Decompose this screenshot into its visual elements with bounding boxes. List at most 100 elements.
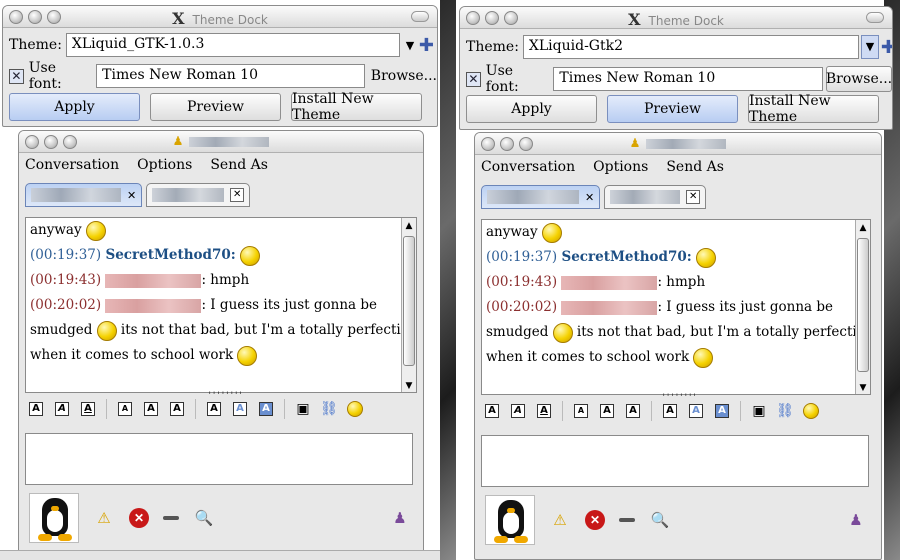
insert-link-icon[interactable]: ⛓ [318,399,340,419]
smiley-icon [96,320,117,341]
menu-options[interactable]: Options [593,159,648,175]
conversation-history[interactable]: anyway (00:19:37) SecretMethod70: (00:19… [481,219,871,395]
collapse-window-button[interactable] [411,11,429,22]
toolbar-separator [740,401,741,421]
decrease-font-button[interactable]: A [570,401,592,421]
conversation-tabs: ✕ ✕ [25,183,251,207]
block-icon[interactable]: ✕ [129,508,149,528]
minimize-icon[interactable] [163,516,179,520]
dropdown-arrow-icon[interactable]: ▼ [403,39,417,52]
underline-button[interactable]: A [533,401,555,421]
bold-button[interactable]: A [481,401,503,421]
italic-button[interactable]: A [507,401,529,421]
italic-button[interactable]: A [51,399,73,419]
normal-font-button[interactable]: A [140,399,162,419]
menu-conversation[interactable]: Conversation [25,157,119,173]
title-bar[interactable]: X Theme Dock [460,7,892,29]
insert-smiley-icon[interactable] [344,399,366,419]
tux-icon [29,493,79,543]
font-input[interactable]: Times New Roman 10 [553,67,823,91]
insert-image-icon[interactable]: ▣ [292,399,314,419]
warn-icon[interactable]: ⚠ [549,509,571,531]
theme-combo-input[interactable]: XLiquid-Gtk2 [522,35,859,59]
info-icon[interactable]: 🔍 [649,509,671,531]
browse-button[interactable]: Browse... [826,66,892,92]
message-line: smudged its not that bad, but I'm a tota… [482,320,870,345]
scroll-down-icon[interactable]: ▼ [403,380,415,392]
insert-image-icon[interactable]: ▣ [748,401,770,421]
conversation-history[interactable]: anyway (00:19:37) SecretMethod70: (00:19… [25,217,417,393]
tab-conversation-2[interactable]: ✕ [604,185,707,209]
scroll-thumb[interactable] [403,236,415,366]
menu-send-as[interactable]: Send As [666,159,724,175]
close-tab-icon[interactable]: ✕ [686,190,701,204]
background-color-button[interactable]: A [255,399,277,419]
scroll-down-icon[interactable]: ▼ [857,382,869,394]
use-font-checkbox[interactable]: ✕ [466,71,481,87]
smiley-icon [85,220,106,241]
use-font-checkbox[interactable]: ✕ [9,68,24,84]
title-bar[interactable]: ♟ [19,131,423,153]
increase-font-button[interactable]: A [166,399,188,419]
insert-smiley-icon[interactable] [800,401,822,421]
tux-icon [485,495,535,545]
normal-font-button[interactable]: A [596,401,618,421]
add-theme-icon[interactable]: ✚ [419,35,434,56]
foreground-color-button[interactable]: A [685,401,707,421]
scroll-thumb[interactable] [857,238,869,372]
tab-conversation-1[interactable]: ✕ [481,185,601,209]
apply-button[interactable]: Apply [466,95,597,123]
scroll-up-icon[interactable]: ▲ [857,222,869,234]
close-tab-icon[interactable]: ✕ [127,189,136,202]
message-input[interactable] [25,433,413,485]
background-color-button[interactable]: A [711,401,733,421]
block-icon[interactable]: ✕ [585,510,605,530]
message-line: anyway [26,218,416,243]
font-face-button[interactable]: A [203,399,225,419]
apply-button[interactable]: Apply [9,93,140,121]
tab-conversation-2[interactable]: ✕ [146,183,251,207]
menu-send-as[interactable]: Send As [210,157,268,173]
theme-combo-input[interactable]: XLiquid_GTK-1.0.3 [65,33,400,57]
add-buddy-icon[interactable]: ♟ [845,509,867,531]
menu-options[interactable]: Options [137,157,192,173]
message-line: when it comes to school work [26,343,416,368]
close-tab-icon[interactable]: ✕ [230,188,245,202]
bold-button[interactable]: A [25,399,47,419]
warn-icon[interactable]: ⚠ [93,507,115,529]
install-theme-button[interactable]: Install New Theme [748,93,879,125]
minimize-icon[interactable] [619,518,635,522]
title-bar[interactable]: ♟ [475,133,881,155]
redacted-tab-label [31,188,121,202]
conversation-scrollbar[interactable]: ▲ ▼ [401,218,416,392]
preview-button[interactable]: Preview [150,93,281,121]
formatting-toolbar: A A A A A A A A A ▣ ⛓ [25,399,366,419]
menu-conversation[interactable]: Conversation [481,159,575,175]
tab-conversation-1[interactable]: ✕ [25,183,143,207]
info-icon[interactable]: 🔍 [193,507,215,529]
font-face-button[interactable]: A [659,401,681,421]
title-bar[interactable]: X Theme Dock [3,6,437,28]
font-input[interactable]: Times New Roman 10 [96,64,365,88]
scroll-up-icon[interactable]: ▲ [403,220,415,232]
theme-dock-window: X Theme Dock Theme: XLiquid_GTK-1.0.3 ▼ ✚… [2,5,438,127]
preview-button[interactable]: Preview [607,95,738,123]
browse-button[interactable]: Browse... [371,68,437,84]
collapse-window-button[interactable] [866,12,884,23]
redacted-title [189,136,270,147]
message-input[interactable] [481,435,869,487]
background-image [440,0,456,560]
conversation-scrollbar[interactable]: ▲ ▼ [855,220,870,394]
underline-button[interactable]: A [77,399,99,419]
message-line: (00:19:43) : hmph [30,272,250,288]
theme-row: Theme: XLiquid-Gtk2 ▼ ✚ [466,35,892,59]
insert-link-icon[interactable]: ⛓ [774,401,796,421]
add-theme-icon[interactable]: ✚ [881,37,892,58]
add-buddy-icon[interactable]: ♟ [389,507,411,529]
install-theme-button[interactable]: Install New Theme [291,91,422,123]
increase-font-button[interactable]: A [622,401,644,421]
close-tab-icon[interactable]: ✕ [585,191,594,204]
foreground-color-button[interactable]: A [229,399,251,419]
dropdown-arrow-icon[interactable]: ▼ [860,35,879,59]
decrease-font-button[interactable]: A [114,399,136,419]
